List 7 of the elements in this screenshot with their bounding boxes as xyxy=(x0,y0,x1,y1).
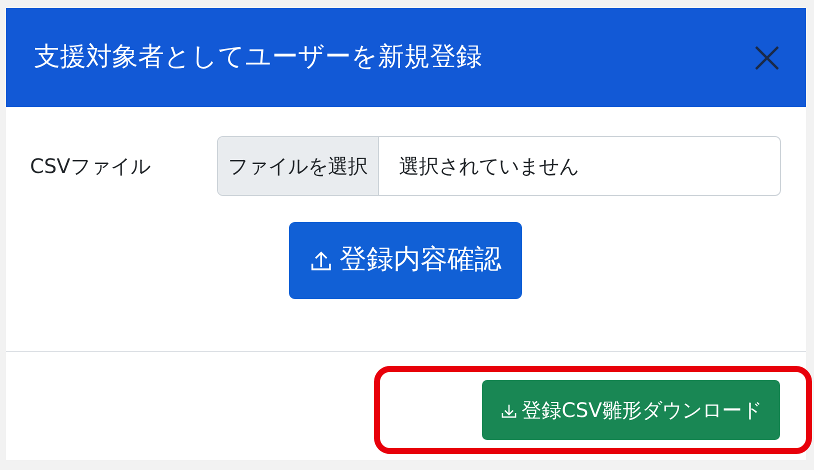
upload-icon xyxy=(309,249,334,272)
file-name-text: 選択されていません xyxy=(398,153,579,180)
field-label: CSVファイル xyxy=(30,153,152,180)
dialog-title: 支援対象者としてユーザーを新規登録 xyxy=(34,42,482,74)
download-button[interactable]: 登録CSV雛形ダウンロード xyxy=(482,380,780,440)
confirm-button[interactable]: 登録内容確認 xyxy=(289,222,522,299)
choose-file-button[interactable]: ファイルを選択 xyxy=(218,137,379,195)
